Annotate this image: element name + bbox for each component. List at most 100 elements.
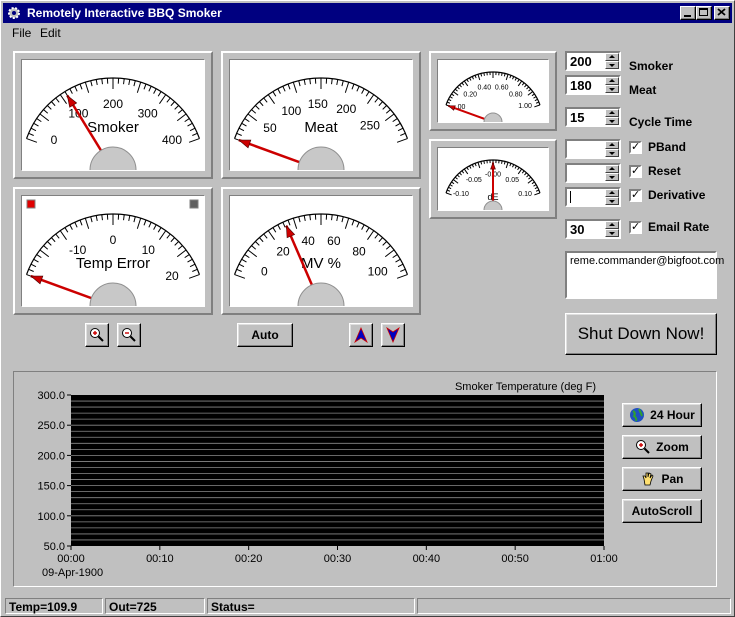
- maximize-button[interactable]: [696, 6, 712, 20]
- stepper-up[interactable]: [605, 77, 619, 85]
- gauge-tick: [79, 219, 83, 226]
- temp-error-gauge-frame: -10 0 10 20 Temp Error: [13, 187, 213, 315]
- gauge-tick: [474, 163, 477, 167]
- smoker-setpoint-value[interactable]: 200: [570, 54, 592, 69]
- derivative-checkbox[interactable]: ✓: [629, 189, 642, 202]
- stepper-down[interactable]: [605, 173, 619, 181]
- zoom-in-button[interactable]: [85, 323, 109, 347]
- magnifier-icon: [636, 440, 650, 454]
- gauge-tick-label: 80: [352, 245, 366, 259]
- gauge-tick: [454, 88, 458, 92]
- stepper-up[interactable]: [605, 141, 619, 149]
- pan-button[interactable]: Pan: [622, 467, 702, 491]
- gauge-tick: [453, 179, 459, 184]
- gauge-tick: [244, 118, 250, 123]
- 24-hour-button[interactable]: 24 Hour: [622, 403, 702, 427]
- gauge-tick: [503, 161, 506, 165]
- chart-x-tick-label: 00:00: [57, 553, 85, 565]
- pband-stepper[interactable]: [565, 139, 621, 159]
- meat-setpoint-value[interactable]: 180: [570, 78, 592, 93]
- stepper-up[interactable]: [605, 109, 619, 117]
- stepper-up[interactable]: [605, 53, 619, 61]
- zoom-button[interactable]: Zoom: [622, 435, 702, 459]
- stepper-down[interactable]: [605, 229, 619, 237]
- gauge-tick: [241, 122, 247, 127]
- pband-checkbox[interactable]: ✓: [629, 141, 642, 154]
- gauge-tick: [527, 91, 533, 96]
- globe-icon: [630, 408, 645, 422]
- autoscroll-button[interactable]: AutoScroll: [622, 499, 702, 523]
- zoom-out-button[interactable]: [117, 323, 141, 347]
- gauge-tick: [33, 122, 39, 127]
- gauge-tick-label: 100: [281, 104, 301, 118]
- stepper-up[interactable]: [605, 165, 619, 173]
- up-button[interactable]: [349, 323, 373, 347]
- cycle-time-stepper[interactable]: 15: [565, 107, 621, 127]
- gauge-tick: [446, 189, 451, 192]
- stepper-up[interactable]: [605, 189, 619, 197]
- gauge-tick: [531, 93, 535, 97]
- gauge-tick: [396, 138, 408, 143]
- gauge-tick: [272, 91, 277, 97]
- smoker-temperature-chart: Smoker Temperature (deg F) 300.0 250.0 200.…: [37, 381, 617, 579]
- stepper-down[interactable]: [605, 61, 619, 69]
- stepper-up[interactable]: [605, 221, 619, 229]
- gauge-tick: [361, 88, 365, 94]
- down-button[interactable]: [381, 323, 405, 347]
- menu-file[interactable]: File: [12, 26, 31, 40]
- gauge-tick: [459, 172, 462, 176]
- stepper-down[interactable]: [605, 117, 619, 125]
- gauge-tick: [382, 241, 387, 246]
- gauge-tick: [392, 254, 398, 259]
- gauge-tick: [517, 168, 523, 175]
- gauge-tick: [251, 109, 257, 114]
- gauge-tick: [189, 263, 196, 268]
- reset-checkbox[interactable]: ✓: [629, 165, 642, 178]
- reset-stepper[interactable]: [565, 163, 621, 183]
- stepper-down[interactable]: [605, 149, 619, 157]
- gauge-label: MV %: [301, 255, 341, 272]
- gauge-tick: [166, 97, 171, 103]
- zoom-out-icon: [122, 328, 136, 342]
- smoker-setpoint-stepper[interactable]: 200: [565, 51, 621, 71]
- shut-down-button[interactable]: Shut Down Now!: [565, 313, 717, 355]
- menu-edit[interactable]: Edit: [40, 26, 61, 40]
- gauge-tick: [298, 80, 301, 87]
- gauge-tick: [531, 181, 535, 185]
- gauge-tick: [395, 258, 401, 263]
- gauge-tick: [51, 237, 56, 243]
- text-cursor: [570, 191, 571, 203]
- gauge-tick: [247, 249, 258, 258]
- meat-setpoint-stepper[interactable]: 180: [565, 75, 621, 95]
- gauge-tick: [524, 84, 527, 88]
- stepper-down[interactable]: [605, 197, 619, 205]
- mv-gauge-dial: 0 20 40 60 80100 MV %: [233, 213, 409, 309]
- email-rate-checkbox[interactable]: ✓: [629, 221, 642, 234]
- minimize-button[interactable]: [680, 6, 696, 20]
- gauge-tick: [272, 227, 277, 233]
- gauge-tick: [528, 176, 532, 180]
- email-rate-stepper[interactable]: 30: [565, 219, 621, 239]
- auto-button[interactable]: Auto: [237, 323, 293, 347]
- gauge-tick: [351, 83, 355, 90]
- gauge-tick: [396, 274, 408, 279]
- 24-hour-label: 24 Hour: [650, 408, 695, 422]
- email-address-field[interactable]: reme.commander@bigfoot.com: [565, 251, 724, 299]
- small-gauge-bottom: -0.10-0.05-0.000.050.10dE: [437, 147, 549, 213]
- arrow-down-icon: [386, 327, 400, 343]
- chart-x-tick-label: 00:50: [501, 553, 529, 565]
- derivative-stepper[interactable]: [565, 187, 621, 207]
- chart-x-tick-label: 00:40: [413, 553, 441, 565]
- gauge-tick: [267, 94, 275, 104]
- gauge-tick: [509, 163, 512, 167]
- email-rate-value[interactable]: 30: [570, 222, 584, 237]
- close-button[interactable]: [714, 6, 730, 20]
- gauge-tick: [157, 227, 162, 233]
- gauge-tick: [133, 216, 136, 223]
- stepper-down[interactable]: [605, 85, 619, 93]
- gauge-tick-label: 0.80: [509, 91, 523, 98]
- gauge-tick: [143, 219, 147, 226]
- gauge-tick-label: 0.60: [495, 84, 509, 91]
- cycle-time-value[interactable]: 15: [570, 110, 584, 125]
- gauge-tick: [136, 218, 142, 229]
